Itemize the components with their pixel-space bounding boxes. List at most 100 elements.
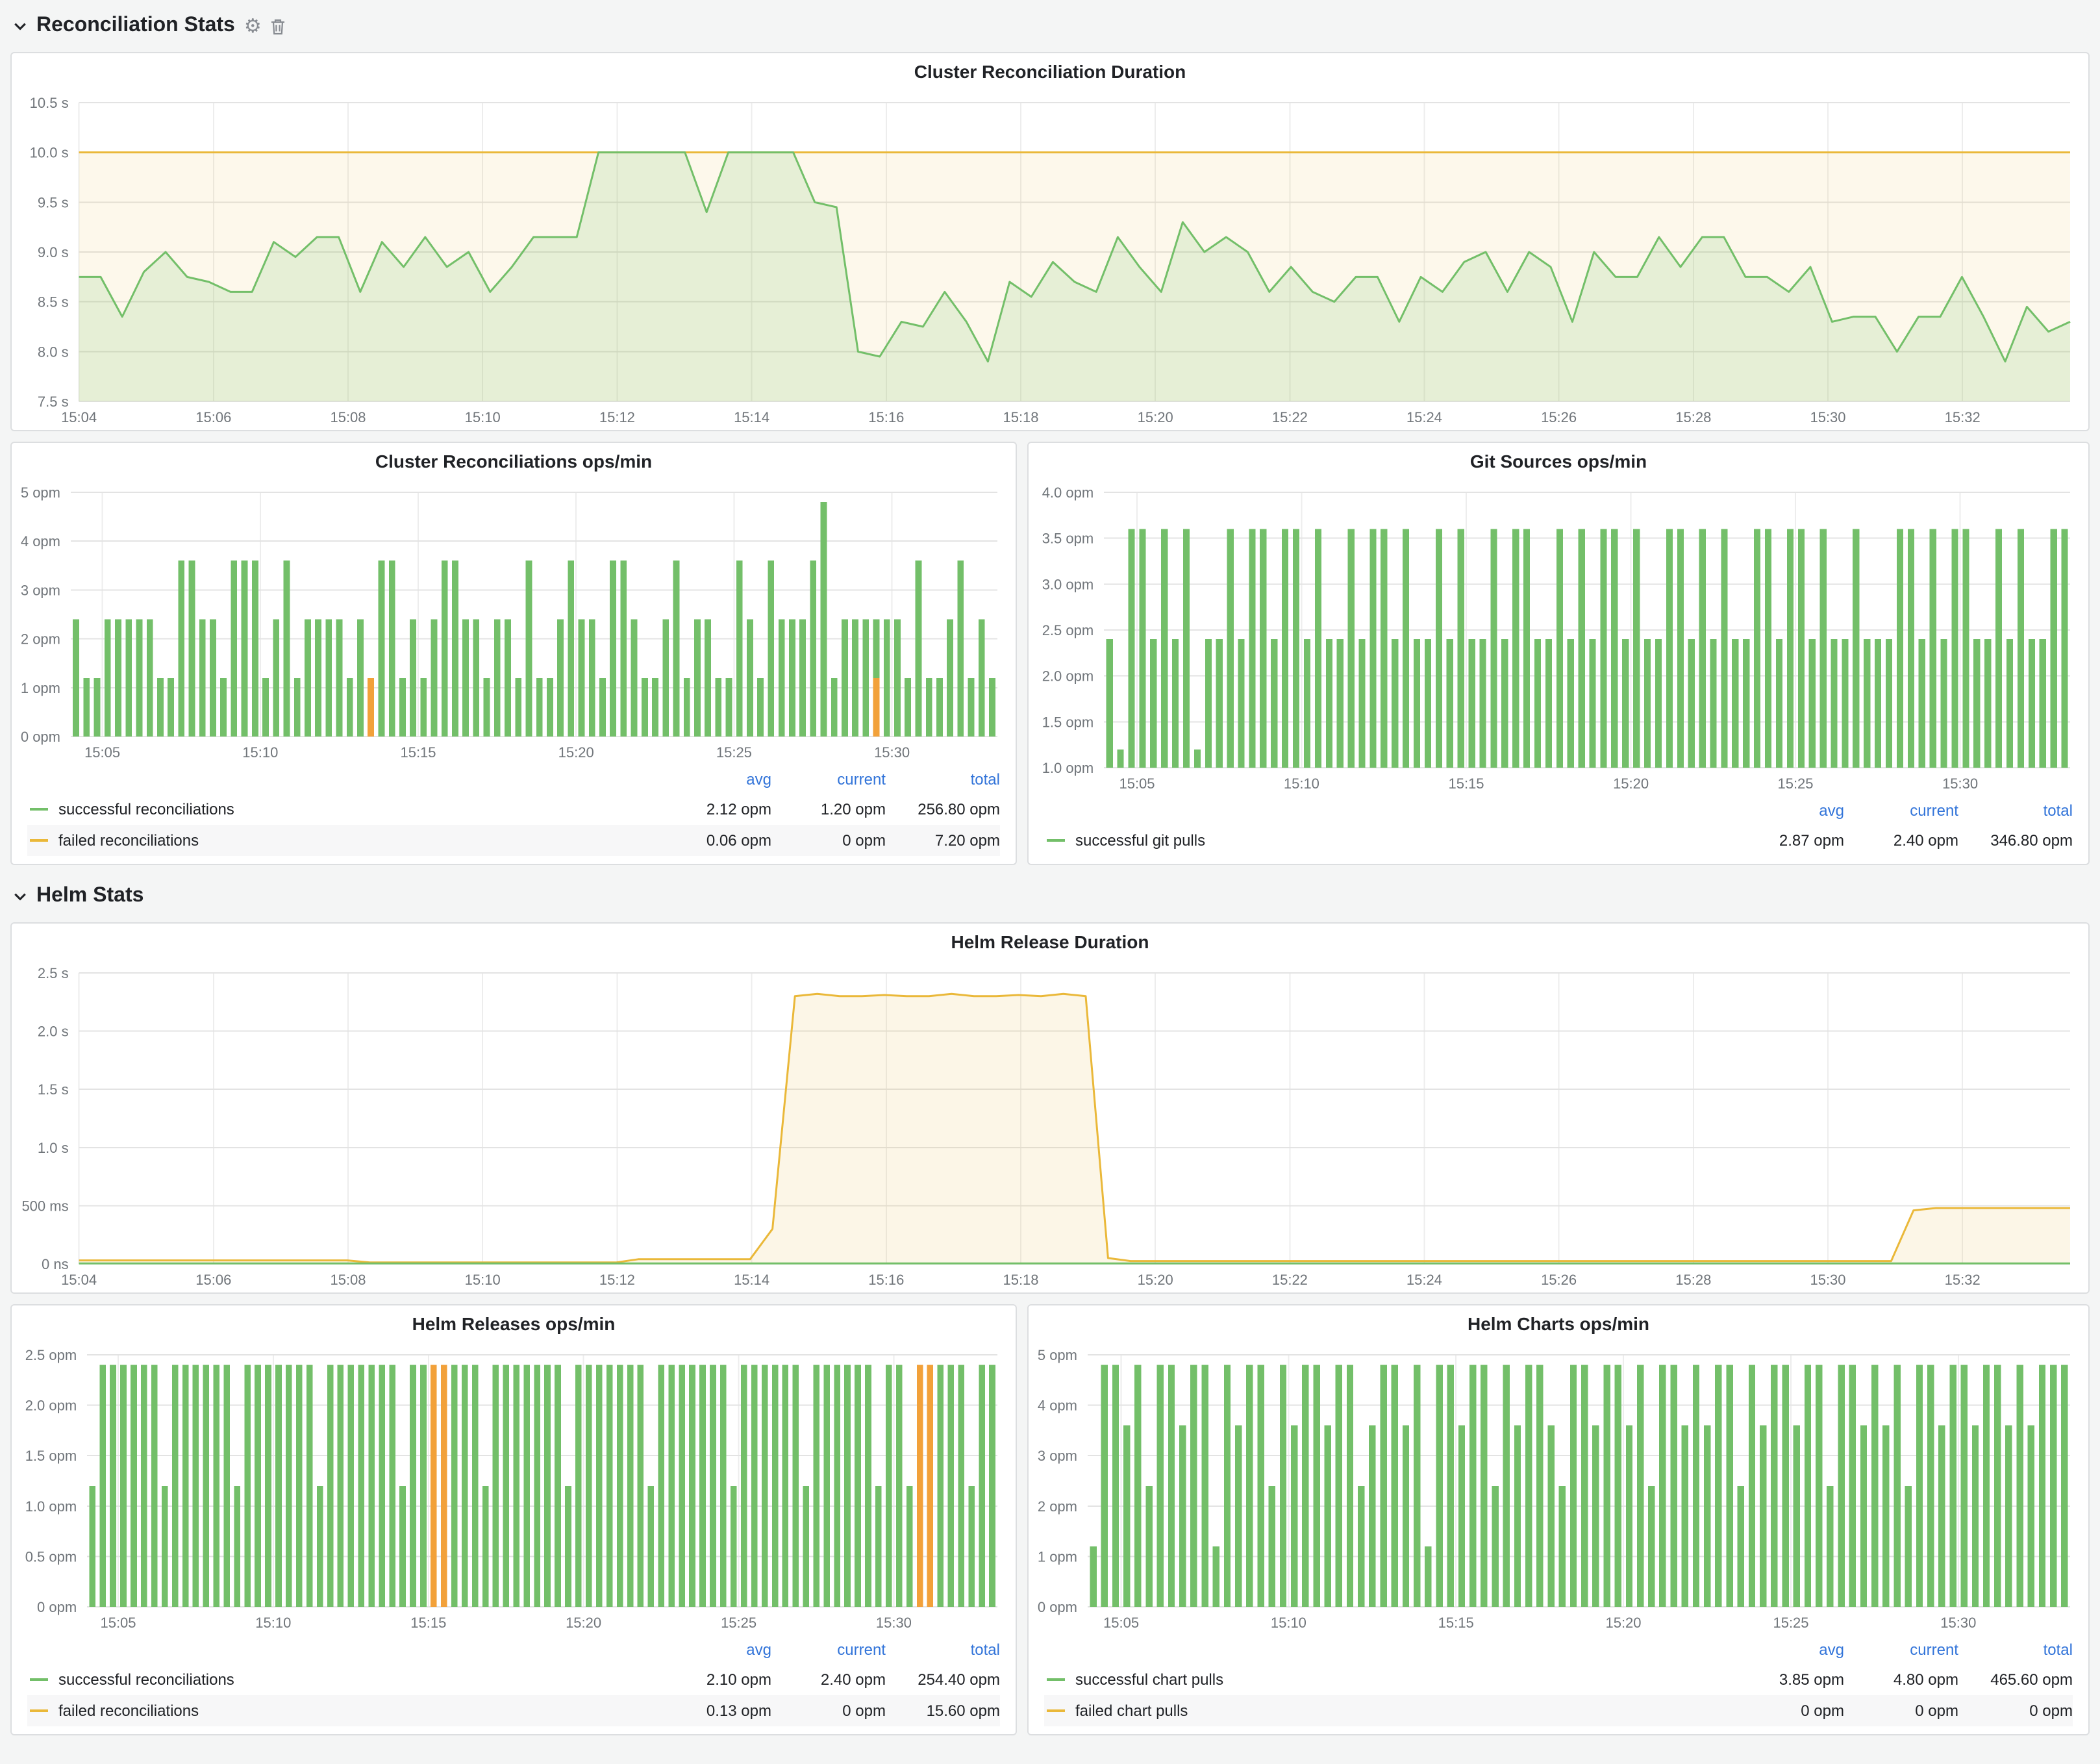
svg-text:1.0 opm: 1.0 opm [25,1498,77,1515]
panel-helm-release-duration: Helm Release Duration 15:0415:0615:0815:… [10,922,2090,1294]
svg-text:15:30: 15:30 [1810,1272,1845,1288]
svg-text:1.5 s: 1.5 s [38,1081,69,1098]
svg-text:15:14: 15:14 [734,409,769,425]
legend-sort-current[interactable]: current [1844,1641,1958,1659]
section-title[interactable]: Helm Stats [36,885,144,908]
svg-text:15:15: 15:15 [400,744,436,761]
panel-title-git-sources-opm[interactable]: Git Sources ops/min [1029,443,2088,479]
svg-text:15:10: 15:10 [242,744,278,761]
legend-row-successful-reconciliations: successful reconciliations 2.10 opm 2.40… [27,1664,1000,1695]
svg-text:15:18: 15:18 [1003,1272,1038,1288]
section-title[interactable]: Reconciliation Stats [36,14,235,38]
svg-text:0 ns: 0 ns [42,1256,69,1272]
legend-row-failed-reconciliations: failed reconciliations 0.06 opm 0 opm 7.… [27,825,1000,856]
svg-text:15:20: 15:20 [566,1615,601,1631]
svg-text:15:05: 15:05 [100,1615,136,1631]
legend-sort-avg[interactable]: avg [1730,801,1844,820]
chevron-down-icon [13,19,27,33]
legend-sort-current[interactable]: current [771,770,886,788]
panel-title-helm-release-duration[interactable]: Helm Release Duration [12,924,2088,960]
legend-sort-total[interactable]: total [886,1641,1000,1659]
svg-text:0 opm: 0 opm [1038,1599,1077,1615]
legend-cluster-reconciliations: avg current total successful reconciliat… [12,765,1016,864]
series-total-value: 0 opm [1958,1702,2073,1720]
legend-sort-total[interactable]: total [1958,801,2073,820]
helm-release-duration-chart[interactable]: 15:0415:0615:0815:1015:1215:1415:1615:18… [12,960,2088,1292]
svg-text:15:08: 15:08 [330,1272,366,1288]
svg-text:0 opm: 0 opm [37,1599,77,1615]
legend-sort-avg[interactable]: avg [1730,1641,1844,1659]
svg-text:0.5 opm: 0.5 opm [25,1548,77,1565]
svg-text:15:16: 15:16 [868,1272,904,1288]
series-label[interactable]: failed reconciliations [58,1702,657,1720]
git-sources-opm-chart[interactable]: 15:0515:1015:1515:2015:2515:304.0 opm3.5… [1029,479,2088,796]
svg-text:15:30: 15:30 [1810,409,1845,425]
legend-header: avg current total [27,765,1000,794]
series-label[interactable]: successful reconciliations [58,1670,657,1689]
svg-text:5 opm: 5 opm [21,485,60,501]
svg-text:500 ms: 500 ms [21,1198,68,1214]
svg-text:8.0 s: 8.0 s [38,344,69,360]
panel-cluster-reconciliation-duration: Cluster Reconciliation Duration 15:0415:… [10,52,2090,431]
svg-text:2.5 opm: 2.5 opm [1042,622,1094,638]
legend-row-successful-git-pulls: successful git pulls 2.87 opm 2.40 opm 3… [1044,825,2073,856]
svg-text:15:30: 15:30 [876,1615,912,1631]
svg-text:15:24: 15:24 [1406,409,1442,425]
series-avg-value: 2.87 opm [1730,831,1844,850]
series-label[interactable]: successful git pulls [1075,831,1730,850]
cluster-reconciliation-duration-chart[interactable]: 15:0415:0615:0815:1015:1215:1415:1615:18… [12,90,2088,430]
svg-text:15:26: 15:26 [1541,1272,1577,1288]
svg-text:1.5 opm: 1.5 opm [1042,714,1094,730]
panel-cluster-reconciliations-opm: Cluster Reconciliations ops/min 15:05 15:… [10,442,1017,865]
series-total-value: 346.80 opm [1958,831,2073,850]
legend-sort-current[interactable]: current [771,1641,886,1659]
svg-text:15:25: 15:25 [716,744,752,761]
series-label[interactable]: successful reconciliations [58,800,657,818]
svg-text:2.0 s: 2.0 s [38,1024,69,1040]
cluster-reconciliations-opm-chart[interactable]: 15:0515:1015:1515:2015:2515:305 opm4 opm… [12,479,1016,765]
svg-text:15:32: 15:32 [1945,409,1981,425]
series-label[interactable]: successful chart pulls [1075,1670,1730,1689]
svg-text:9.5 s: 9.5 s [38,194,69,210]
svg-text:1.0 s: 1.0 s [38,1140,69,1156]
panel-title-cluster-reconciliation-duration[interactable]: Cluster Reconciliation Duration [12,53,2088,90]
panel-title-helm-charts-opm[interactable]: Helm Charts ops/min [1029,1305,2088,1342]
panel-helm-releases-opm: Helm Releases ops/min 15:0515:1015:1515:… [10,1304,1017,1735]
svg-text:15:05: 15:05 [84,744,120,761]
svg-text:15:30: 15:30 [1940,1615,1976,1631]
series-total-value: 256.80 opm [886,800,1000,818]
svg-text:15:10: 15:10 [1271,1615,1306,1631]
series-label[interactable]: failed chart pulls [1075,1702,1730,1720]
helm-releases-opm-chart[interactable]: 15:0515:1015:1515:2015:2515:302.5 opm2.0… [12,1342,1016,1635]
legend-sort-total[interactable]: total [1958,1641,2073,1659]
trash-icon[interactable] [271,18,286,34]
series-label[interactable]: failed reconciliations [58,831,657,850]
legend-helm-releases: avg current total successful reconciliat… [12,1635,1016,1734]
panel-row-helm: Helm Releases ops/min 15:0515:1015:1515:… [10,1304,2090,1735]
legend-sort-avg[interactable]: avg [657,1641,771,1659]
legend-sort-avg[interactable]: avg [657,770,771,788]
section-helm-stats[interactable]: Helm Stats [13,878,2090,914]
svg-text:15:25: 15:25 [1773,1615,1808,1631]
section-reconciliation-stats[interactable]: Reconciliation Stats ⚙ [13,8,2090,44]
series-avg-value: 0.13 opm [657,1702,771,1720]
panel-title-helm-releases-opm[interactable]: Helm Releases ops/min [12,1305,1016,1342]
svg-text:15:26: 15:26 [1541,409,1577,425]
svg-text:15:06: 15:06 [195,409,231,425]
svg-text:2.5 opm: 2.5 opm [25,1347,77,1363]
svg-text:15:28: 15:28 [1675,409,1711,425]
svg-text:2.0 opm: 2.0 opm [25,1398,77,1414]
series-current-value: 1.20 opm [771,800,886,818]
helm-charts-opm-chart[interactable]: 15:0515:1015:1515:2015:2515:305 opm4 opm… [1029,1342,2088,1635]
legend-sort-current[interactable]: current [1844,801,1958,820]
series-current-value: 2.40 opm [1844,831,1958,850]
svg-text:3.0 opm: 3.0 opm [1042,576,1094,592]
svg-text:1.5 opm: 1.5 opm [25,1448,77,1464]
svg-text:4.0 opm: 4.0 opm [1042,485,1094,501]
panel-title-cluster-reconciliations-opm[interactable]: Cluster Reconciliations ops/min [12,443,1016,479]
gear-icon[interactable]: ⚙ [244,16,262,36]
series-total-value: 15.60 opm [886,1702,1000,1720]
legend-sort-total[interactable]: total [886,770,1000,788]
svg-text:15:28: 15:28 [1675,1272,1711,1288]
svg-text:15:25: 15:25 [721,1615,756,1631]
